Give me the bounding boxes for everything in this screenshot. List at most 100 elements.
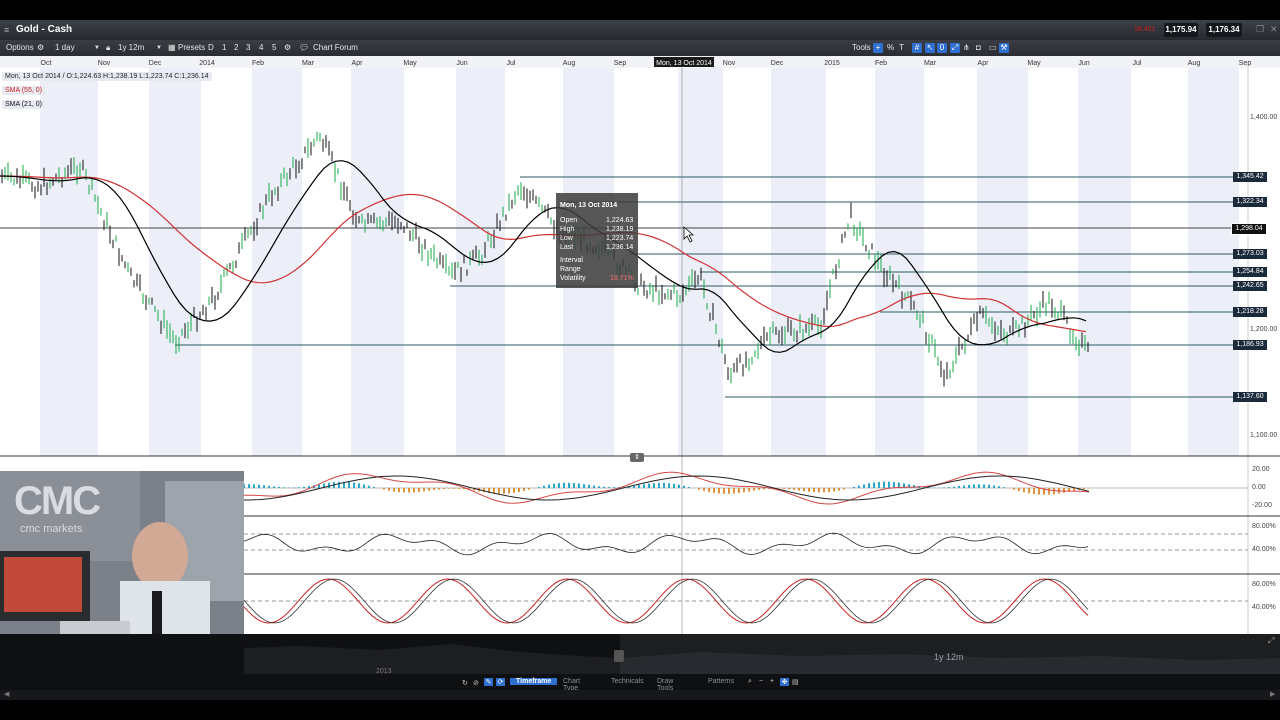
time-axis-label: May — [403, 60, 417, 67]
price-axis-label: 1,200.00 — [1250, 326, 1278, 333]
title-bar: ≡ Gold - Cash ⌕ 18.401 1,175.94 1,176.34… — [0, 20, 1280, 40]
fork-icon[interactable]: ⋔ — [963, 43, 970, 53]
tab-timeframe[interactable]: Timeframe — [510, 678, 558, 685]
level-label[interactable]: 1,273.03 — [1233, 249, 1267, 259]
navigator-chart[interactable] — [0, 634, 1280, 698]
chart-toolbar: Options ⚙ 1 day ▼ 🔒︎ 1y 12m ▼ ▦ Presets … — [0, 40, 1280, 56]
month-band — [1188, 68, 1239, 456]
search-icon[interactable]: ⌕ — [66, 24, 71, 35]
preset-5[interactable]: 5 — [272, 43, 276, 53]
settings-icon[interactable]: ⚙ — [284, 43, 291, 53]
time-axis-label: Sep — [1239, 60, 1252, 67]
preset-2[interactable]: 2 — [234, 43, 238, 53]
range-select[interactable]: 1y 12m — [118, 43, 158, 53]
lock-icon[interactable]: 🔒︎ — [106, 43, 110, 53]
table-icon[interactable]: ▤ — [792, 678, 799, 686]
tooltip-label-range: Range — [560, 266, 581, 273]
month-band — [149, 68, 201, 456]
osc-axis-label: 40.00% — [1252, 546, 1276, 553]
month-band — [252, 68, 302, 456]
settings-panel-icon[interactable]: ⚒ — [999, 43, 1009, 53]
zoom-out-icon[interactable]: − — [759, 678, 763, 685]
grid-icon[interactable]: # — [912, 43, 922, 53]
zero-icon[interactable]: 0 — [937, 43, 947, 53]
level-label[interactable]: 1,254.84 — [1233, 267, 1267, 277]
close-icon[interactable]: ✕ — [1270, 24, 1278, 35]
zoom-in-icon[interactable]: + — [770, 678, 774, 685]
pencil-icon[interactable]: ✎ — [484, 678, 493, 686]
interval-select[interactable]: 1 day — [55, 43, 95, 53]
menu-icon[interactable]: ≡ — [4, 25, 9, 35]
time-axis-label: Aug — [1188, 60, 1201, 67]
chevron-down-icon[interactable]: ▼ — [94, 43, 100, 53]
camera-icon[interactable]: ◘ — [976, 43, 981, 53]
reset-icon[interactable]: ⊘ — [473, 679, 479, 687]
price-flag: 18.401 — [1134, 26, 1156, 33]
tooltip-date: Mon, 13 Oct 2014 — [560, 202, 618, 209]
arrow-left-icon[interactable]: ◀ — [4, 690, 9, 698]
expand-icon[interactable]: ⤢ — [950, 43, 960, 53]
level-label[interactable]: 1,345.42 — [1233, 172, 1267, 182]
sync-icon[interactable]: ⟳ — [496, 678, 505, 686]
tooltip-label-low: Low — [560, 235, 573, 242]
time-axis-label: Jul — [507, 60, 516, 67]
preset-4[interactable]: 4 — [259, 43, 263, 53]
arrow-right-icon[interactable]: ▶ — [1270, 690, 1275, 698]
restore-icon[interactable]: ❐ — [1256, 24, 1264, 35]
panel-resize-handle[interactable]: ⇕ — [630, 453, 644, 462]
stoch-axis-label: 40.00% — [1252, 604, 1276, 611]
print-icon[interactable]: ▭ — [989, 43, 997, 53]
tooltip-value-open: 1,224.63 — [606, 217, 634, 224]
tab-patterns[interactable]: Patterns — [708, 678, 734, 685]
preset-3[interactable]: 3 — [246, 43, 250, 53]
month-band — [771, 68, 826, 456]
level-label[interactable]: 1,137.60 — [1233, 392, 1267, 402]
time-axis-label: Nov — [723, 60, 736, 67]
buy-price-box[interactable]: 1,176.34 — [1206, 23, 1242, 37]
presets-menu[interactable]: Presets — [178, 43, 205, 53]
sell-price-box[interactable]: 1,175.94 — [1164, 23, 1198, 37]
level-label[interactable]: 1,186.93 — [1233, 340, 1267, 350]
level-label[interactable]: 1,322.34 — [1233, 197, 1267, 207]
instrument-title: Gold - Cash — [16, 24, 73, 35]
status-strip: ◀ ▶ — [0, 690, 1280, 700]
navigator-handle[interactable] — [614, 650, 624, 662]
webcam-video: CMC cmc markets — [0, 471, 244, 653]
preset-1[interactable]: 1 — [222, 43, 226, 53]
chevron-down-icon[interactable]: ▼ — [156, 43, 162, 53]
tooltip-value-high: 1,238.19 — [606, 226, 634, 233]
gear-icon[interactable]: ⚙ — [37, 43, 44, 53]
month-band — [977, 68, 1028, 456]
time-axis-label: Apr — [352, 60, 364, 67]
zoom-icon[interactable]: ⌕ — [748, 678, 752, 686]
price-axis-label: 1,100.00 — [1250, 432, 1278, 439]
time-axis-label: Aug — [563, 60, 576, 67]
fit-icon[interactable]: ✥ — [780, 678, 789, 686]
tooltip-value-low: 1,223.74 — [606, 235, 634, 242]
text-tool-icon[interactable]: T — [899, 43, 904, 53]
time-axis-label: 2015 — [824, 60, 840, 67]
tools-menu[interactable]: Tools — [852, 43, 871, 53]
level-label[interactable]: 1,298.04 — [1231, 223, 1267, 235]
level-label[interactable]: 1,242.65 — [1233, 281, 1267, 291]
cmc-logo: CMC — [14, 479, 101, 523]
calendar-icon[interactable]: ▦ — [168, 43, 176, 53]
indicator-sma-55[interactable]: SMA (55, 0) — [2, 86, 45, 95]
tooltip-value-volatility: 18.71% — [610, 275, 634, 282]
cmc-markets-text: cmc markets — [20, 523, 83, 535]
chat-icon[interactable]: 💬︎ — [299, 43, 309, 53]
pointer-icon[interactable]: ↖ — [925, 43, 935, 53]
time-axis-label: Jul — [1133, 60, 1142, 67]
time-axis-label: Mar — [302, 60, 315, 67]
tab-technicals[interactable]: Technicals — [611, 678, 644, 685]
indicator-sma-21[interactable]: SMA (21, 0) — [2, 100, 45, 109]
preset-d[interactable]: D — [208, 43, 214, 53]
expand-icon[interactable]: ⤢ — [1268, 636, 1274, 646]
level-label[interactable]: 1,218.28 — [1233, 307, 1267, 317]
chart-forum-link[interactable]: Chart Forum — [313, 43, 358, 53]
percent-icon[interactable]: % — [887, 43, 894, 53]
options-menu[interactable]: Options — [6, 43, 34, 53]
crosshair-tool-icon[interactable]: + — [873, 43, 883, 53]
refresh-icon[interactable]: ↻ — [462, 679, 468, 687]
navigator-bar: 2013 1y 12m ⤢ — [0, 634, 1280, 698]
